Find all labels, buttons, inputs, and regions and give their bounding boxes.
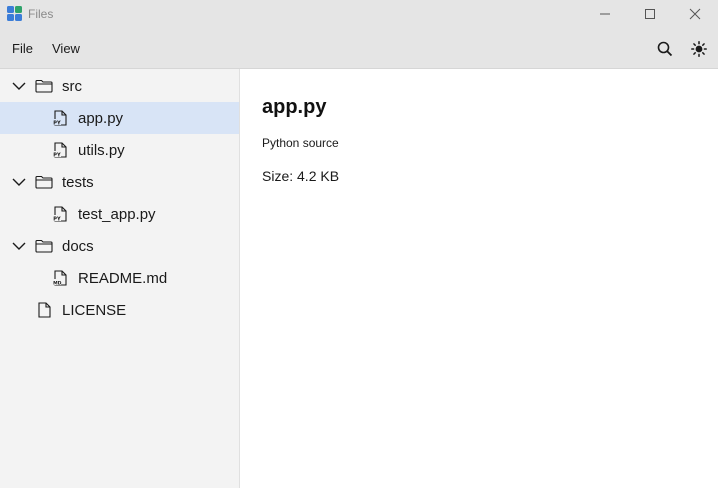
chevron-down-icon[interactable] <box>11 175 27 189</box>
app-logo-icon <box>7 6 22 21</box>
tree-item-test-app-py[interactable]: PY test_app.py <box>0 198 239 230</box>
tree-item-app-py[interactable]: PY app.py <box>0 102 239 134</box>
folder-icon <box>35 175 53 189</box>
file-type-label: Python source <box>262 136 339 150</box>
tree-item-license[interactable]: LICENSE <box>0 294 239 326</box>
theme-toggle-button[interactable] <box>690 40 708 58</box>
svg-text:PY: PY <box>53 153 61 158</box>
minimize-icon <box>600 13 610 15</box>
title-bar: Files <box>0 0 718 28</box>
file-icon <box>38 302 51 318</box>
python-file-icon: PY <box>53 206 67 222</box>
menu-file[interactable]: File <box>12 41 33 56</box>
tree-label: tests <box>62 174 94 191</box>
minimize-button[interactable] <box>582 0 628 28</box>
python-file-icon: PY <box>53 110 67 126</box>
search-button[interactable] <box>656 40 674 58</box>
file-size-label: Size: 4.2 KB <box>262 168 340 184</box>
window-title: Files <box>28 7 54 21</box>
tree-label: docs <box>62 238 94 255</box>
folder-icon <box>35 79 53 93</box>
tree-item-docs[interactable]: docs <box>0 230 239 262</box>
svg-text:PY: PY <box>53 121 61 126</box>
tree-item-src[interactable]: src <box>0 70 239 102</box>
svg-text:MD: MD <box>53 281 62 286</box>
tree-label: LICENSE <box>62 302 127 319</box>
maximize-button[interactable] <box>627 0 673 28</box>
folder-icon <box>35 239 53 253</box>
tree-label: app.py <box>78 110 124 127</box>
details-pane: app.py Python source Size: 4.2 KB <box>240 69 718 488</box>
close-icon <box>689 8 701 20</box>
file-tree: src PY app.py PY utils.py tests PY test_… <box>0 69 240 488</box>
svg-text:PY: PY <box>53 217 61 222</box>
python-file-icon: PY <box>53 142 67 158</box>
tree-label: utils.py <box>78 142 125 159</box>
search-icon <box>657 41 673 57</box>
markdown-file-icon: MD <box>53 270 67 286</box>
maximize-icon <box>645 9 655 19</box>
tree-item-tests[interactable]: tests <box>0 166 239 198</box>
tree-item-utils-py[interactable]: PY utils.py <box>0 134 239 166</box>
chevron-down-icon[interactable] <box>11 239 27 253</box>
file-name-heading: app.py <box>262 96 327 118</box>
chevron-down-icon[interactable] <box>11 79 27 93</box>
tree-item-readme-md[interactable]: MD README.md <box>0 262 239 294</box>
sun-icon <box>691 41 707 57</box>
close-button[interactable] <box>672 0 718 28</box>
menu-view[interactable]: View <box>52 41 80 56</box>
menu-bar: File View <box>0 28 718 69</box>
tree-label: test_app.py <box>78 206 156 223</box>
tree-label: src <box>62 78 82 95</box>
tree-label: README.md <box>78 270 168 287</box>
